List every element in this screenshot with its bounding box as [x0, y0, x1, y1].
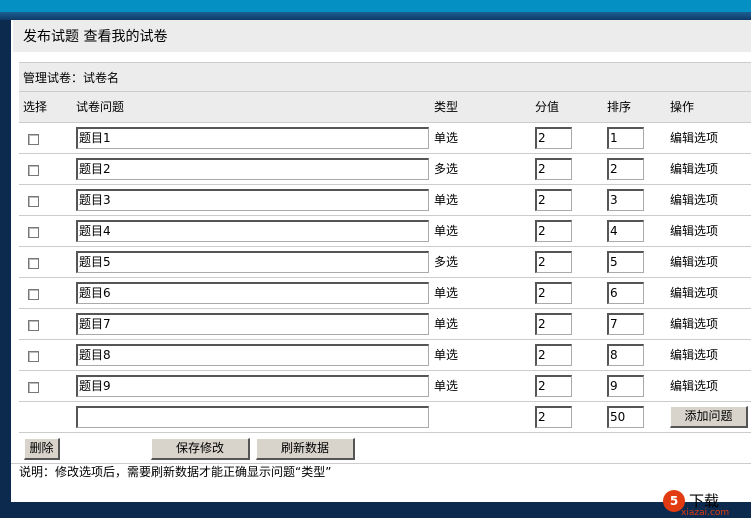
question-type: 单选: [434, 379, 459, 393]
order-input[interactable]: 3: [607, 189, 644, 211]
view-papers-link[interactable]: 查看我的试卷: [83, 29, 167, 45]
row-checkbox[interactable]: [28, 382, 39, 393]
score-input[interactable]: 2: [535, 251, 572, 273]
header-score: 分值: [535, 100, 560, 114]
score-input[interactable]: 2: [535, 127, 572, 149]
row-checkbox[interactable]: [28, 289, 39, 300]
table-row: 题目2 多选 2 2 编辑选项: [19, 154, 751, 185]
edit-options-link[interactable]: 编辑选项: [670, 154, 718, 184]
header-question: 试卷问题: [76, 100, 125, 114]
question-type: 多选: [434, 255, 459, 269]
table-row: 题目7 单选 2 7 编辑选项: [19, 309, 751, 340]
new-order-input[interactable]: 50: [607, 406, 644, 428]
row-checkbox[interactable]: [28, 134, 39, 145]
question-input[interactable]: 题目1: [76, 127, 429, 149]
header-order: 排序: [607, 100, 632, 114]
row-checkbox[interactable]: [28, 320, 39, 331]
question-input[interactable]: 题目2: [76, 158, 429, 180]
score-input[interactable]: 2: [535, 158, 572, 180]
question-type: 单选: [434, 224, 459, 238]
score-input[interactable]: 2: [535, 344, 572, 366]
new-score-input[interactable]: 2: [535, 406, 572, 428]
note-text: 说明：修改选项后，需要刷新数据才能正确显示问题“类型”: [19, 465, 332, 479]
question-input[interactable]: 题目9: [76, 375, 429, 397]
table-row: 题目6 单选 2 6 编辑选项: [19, 278, 751, 309]
edit-options-link[interactable]: 编辑选项: [670, 340, 718, 370]
question-input[interactable]: 题目8: [76, 344, 429, 366]
table-row: 题目8 单选 2 8 编辑选项: [19, 340, 751, 371]
order-input[interactable]: 8: [607, 344, 644, 366]
question-type: 单选: [434, 286, 459, 300]
question-type: 单选: [434, 348, 459, 362]
publish-link[interactable]: 发布试题: [23, 29, 79, 45]
header-action: 操作: [670, 100, 695, 114]
order-input[interactable]: 4: [607, 220, 644, 242]
question-input[interactable]: 题目3: [76, 189, 429, 211]
row-checkbox[interactable]: [28, 351, 39, 362]
score-input[interactable]: 2: [535, 375, 572, 397]
row-checkbox[interactable]: [28, 227, 39, 238]
table-row: 题目9 单选 2 9 编辑选项: [19, 371, 751, 402]
order-input[interactable]: 9: [607, 375, 644, 397]
question-type: 多选: [434, 162, 459, 176]
score-input[interactable]: 2: [535, 220, 572, 242]
table-row: 题目5 多选 2 5 编辑选项: [19, 247, 751, 278]
score-input[interactable]: 2: [535, 282, 572, 304]
main-panel: 发布试题 查看我的试卷 管理试卷：试卷名 选择 试卷问题 类型 分值 排序 操作…: [11, 20, 751, 518]
order-input[interactable]: 1: [607, 127, 644, 149]
table-header: 选择 试卷问题 类型 分值 排序 操作: [19, 92, 751, 123]
save-button[interactable]: 保存修改: [151, 438, 250, 460]
question-input[interactable]: 题目4: [76, 220, 429, 242]
order-input[interactable]: 5: [607, 251, 644, 273]
edit-options-link[interactable]: 编辑选项: [670, 216, 718, 246]
new-question-input[interactable]: [76, 406, 429, 428]
add-question-button[interactable]: 添加问题: [670, 406, 748, 428]
refresh-button[interactable]: 刷新数据: [256, 438, 355, 460]
edit-options-link[interactable]: 编辑选项: [670, 185, 718, 215]
question-input[interactable]: 题目5: [76, 251, 429, 273]
order-input[interactable]: 2: [607, 158, 644, 180]
question-type: 单选: [434, 193, 459, 207]
row-checkbox[interactable]: [28, 258, 39, 269]
header-select: 选择: [23, 100, 48, 114]
table-row: 题目4 单选 2 4 编辑选项: [19, 216, 751, 247]
score-input[interactable]: 2: [535, 189, 572, 211]
title-bar: 发布试题 查看我的试卷: [13, 20, 751, 52]
score-input[interactable]: 2: [535, 313, 572, 335]
edit-options-link[interactable]: 编辑选项: [670, 309, 718, 339]
question-input[interactable]: 题目7: [76, 313, 429, 335]
header-type: 类型: [434, 100, 459, 114]
row-checkbox[interactable]: [28, 165, 39, 176]
top-bar: [0, 0, 751, 12]
edit-options-link[interactable]: 编辑选项: [670, 247, 718, 277]
question-input[interactable]: 题目6: [76, 282, 429, 304]
watermark-sub: xiazai.com: [681, 508, 730, 518]
question-type: 单选: [434, 317, 459, 331]
watermark-logo: 5 下载 xiazai.com: [663, 490, 751, 518]
header-gradient: [0, 12, 751, 20]
table-row: 题目3 单选 2 3 编辑选项: [19, 185, 751, 216]
new-question-row: 2 50 添加问题: [19, 402, 751, 433]
order-input[interactable]: 7: [607, 313, 644, 335]
section-title: 管理试卷：试卷名: [19, 62, 751, 92]
question-type: 单选: [434, 131, 459, 145]
delete-button[interactable]: 删除: [24, 438, 60, 460]
edit-options-link[interactable]: 编辑选项: [670, 371, 718, 401]
order-input[interactable]: 6: [607, 282, 644, 304]
edit-options-link[interactable]: 编辑选项: [670, 278, 718, 308]
edit-options-link[interactable]: 编辑选项: [670, 123, 718, 153]
table-row: 题目1 单选 2 1 编辑选项: [19, 123, 751, 154]
row-checkbox[interactable]: [28, 196, 39, 207]
